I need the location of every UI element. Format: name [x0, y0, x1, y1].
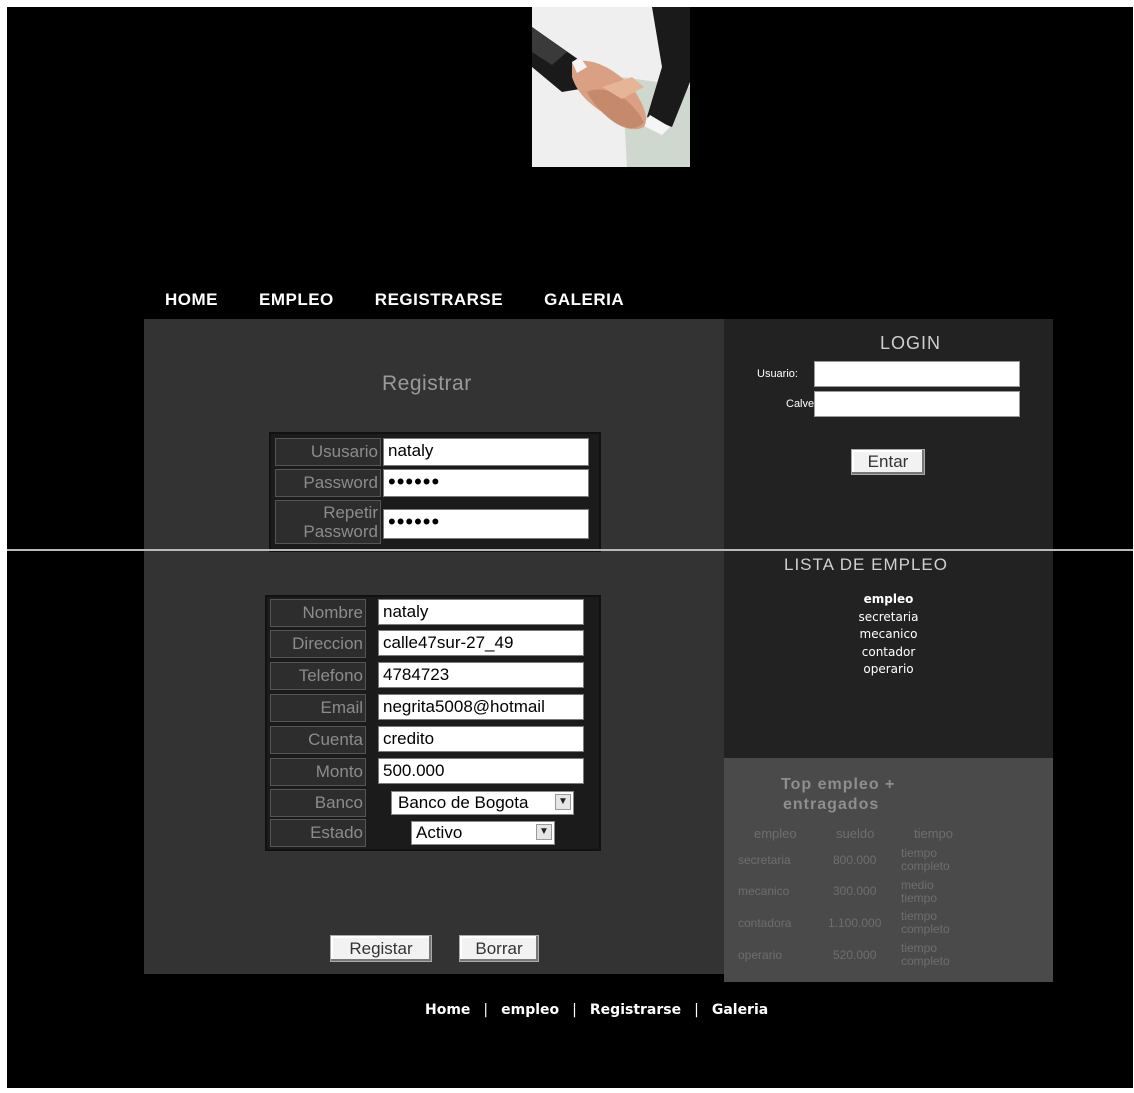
page: HOME EMPLEO REGISTRARSE GALERIA Registra… [7, 7, 1133, 1088]
nombre-label: Nombre [270, 599, 366, 627]
entrar-button[interactable]: Entar [851, 449, 925, 475]
registrar-button-label-part2: r [406, 939, 413, 958]
register-title: Registrar [382, 372, 472, 395]
table-header-tiempo: tiempo [914, 826, 954, 841]
clave-login-input[interactable] [814, 391, 1020, 417]
telefono-input[interactable]: 4784723 [378, 662, 584, 688]
list-item[interactable]: operario [724, 661, 1053, 679]
monto-input[interactable]: 500.000 [378, 758, 584, 784]
repetir-password-input[interactable]: •••••• [383, 509, 589, 539]
nav-registrarse[interactable]: REGISTRARSE [375, 290, 503, 314]
usuario-label: Ususario [275, 438, 381, 466]
table-header-empleo: empleo [754, 826, 797, 841]
top-empleo-title: Top empleo + entragados [781, 775, 895, 815]
handshake-icon [532, 7, 690, 167]
table-header-sueldo: sueldo [836, 826, 875, 841]
login-title: LOGIN [880, 333, 942, 353]
table-cell-empleo: mecanico [738, 884, 790, 898]
estado-select[interactable]: Activo ▼ [411, 821, 555, 845]
form-row-email: Email negrita5008@hotmail [270, 694, 584, 722]
table-cell-tiempo: completo [901, 859, 950, 873]
usuario-input[interactable]: nataly [383, 438, 589, 466]
form-row-telefono: Telefono 4784723 [270, 662, 584, 690]
banco-select[interactable]: Banco de Bogota ▼ [391, 791, 574, 815]
horizontal-divider [7, 549, 1133, 551]
form-row-direccion: Direccion calle47sur-27_49 [270, 630, 584, 658]
table-cell-tiempo: tiempo [901, 846, 938, 860]
direccion-label: Direccion [270, 630, 366, 658]
footer-link-registrarse[interactable]: Registrarse [590, 1002, 681, 1018]
top-navigation: HOME EMPLEO REGISTRARSE GALERIA [165, 290, 665, 314]
direccion-input[interactable]: calle47sur-27_49 [378, 630, 584, 656]
nav-home[interactable]: HOME [165, 290, 218, 314]
registrar-button-label-part1: Regista [349, 939, 407, 958]
empleo-list: empleo secretaria mecanico contador oper… [724, 591, 1053, 679]
empleo-list-header: empleo [863, 592, 914, 606]
footer-link-home[interactable]: Home [425, 1002, 470, 1018]
lista-empleo-title: LISTA DE EMPLEO [784, 555, 948, 574]
table-cell-sueldo: 300.000 [833, 884, 877, 898]
email-input[interactable]: negrita5008@hotmail [378, 694, 584, 720]
form-row-password: Password •••••• [275, 469, 589, 497]
table-cell-sueldo: 520.000 [833, 948, 877, 962]
registrar-button[interactable]: Registar [330, 935, 432, 962]
top-empleo-title-line1: Top empleo + [781, 776, 896, 793]
form-row-usuario: Ususario nataly [275, 438, 589, 466]
table-cell-tiempo: tiempo [901, 891, 938, 905]
footer-separator: | [694, 1002, 699, 1018]
form-row-cuenta: Cuenta credito [270, 726, 584, 754]
borrar-button[interactable]: Borrar [459, 935, 539, 962]
password-input[interactable]: •••••• [383, 469, 589, 497]
nav-empleo[interactable]: EMPLEO [259, 290, 334, 314]
usuario-login-input[interactable] [814, 361, 1020, 387]
nombre-input[interactable]: nataly [378, 599, 584, 625]
password-label: Password [275, 469, 381, 497]
repetir-password-label-line2: Password [303, 522, 378, 541]
banco-selected: Banco de Bogota [398, 793, 529, 812]
table-cell-tiempo: tiempo [901, 909, 938, 923]
table-cell-sueldo: 1.100.000 [828, 916, 882, 930]
footer-separator: | [483, 1002, 489, 1018]
footer-link-galeria[interactable]: Galeria [712, 1002, 768, 1018]
cuenta-label: Cuenta [270, 726, 366, 754]
chevron-down-icon[interactable]: ▼ [536, 824, 552, 840]
list-item[interactable]: mecanico [724, 626, 1053, 644]
form-row-nombre: Nombre nataly [270, 599, 584, 627]
banco-label: Banco [270, 789, 366, 817]
footer-link-empleo[interactable]: empleo [501, 1002, 559, 1018]
table-cell-tiempo: tiempo [901, 941, 938, 955]
table-cell-empleo: operario [738, 948, 783, 962]
repetir-password-label: Repetir Password [275, 500, 381, 544]
table-cell-empleo: contadora [738, 916, 792, 930]
form-row-estado: Estado [270, 819, 366, 847]
table-cell-tiempo: medio [901, 878, 934, 892]
repetir-password-label-line1: Repetir [323, 503, 378, 522]
table-cell-tiempo: completo [901, 954, 950, 968]
table-cell-tiempo: completo [901, 922, 950, 936]
estado-selected: Activo [416, 823, 463, 842]
cuenta-input[interactable]: credito [378, 726, 584, 752]
form-row-repetir-password: Repetir Password •••••• [275, 500, 589, 544]
top-empleo-title-line2: entragados [783, 796, 880, 813]
table-cell-sueldo: 800.000 [833, 853, 877, 867]
monto-label: Monto [270, 758, 366, 786]
form-row-banco: Banco [270, 789, 366, 817]
nav-galeria[interactable]: GALERIA [544, 290, 624, 314]
chevron-down-icon[interactable]: ▼ [555, 794, 571, 810]
usuario-login-label: Usuario: [757, 368, 798, 380]
clave-login-label: Calve: [786, 398, 818, 410]
estado-label: Estado [270, 819, 366, 847]
table-cell-empleo: secretaria [738, 853, 791, 867]
list-item[interactable]: secretaria [724, 609, 1053, 627]
footer-separator: | [572, 1002, 577, 1018]
footer-navigation: Home | empleo | Registrarse | Galeria [425, 1002, 768, 1018]
form-row-monto: Monto 500.000 [270, 758, 584, 786]
telefono-label: Telefono [270, 662, 366, 690]
email-label: Email [270, 694, 366, 722]
list-item[interactable]: contador [724, 644, 1053, 662]
handshake-banner-image [532, 7, 690, 167]
